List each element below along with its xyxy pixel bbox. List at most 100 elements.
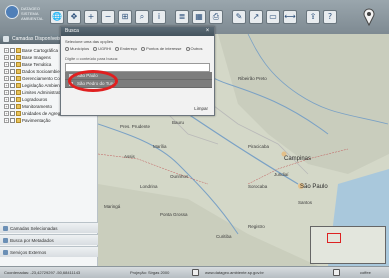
layer-checkbox[interactable] <box>10 62 15 67</box>
radio-dot[interactable] <box>93 46 98 51</box>
services-icon <box>3 250 8 255</box>
measure-icon[interactable]: ⟷ <box>283 10 297 24</box>
layers-icon <box>3 36 9 42</box>
overview-map[interactable] <box>310 226 386 264</box>
search-icon[interactable]: ⌕ <box>135 10 149 24</box>
folder-icon <box>16 69 21 74</box>
logo-mark <box>5 5 19 19</box>
city-label: Santos <box>298 200 313 205</box>
draw-icon[interactable]: ✎ <box>232 10 246 24</box>
folder-icon <box>16 90 21 95</box>
folder-icon <box>16 76 21 81</box>
search-type-options: Municípios UGRHI Endereço Pontos de interes… <box>65 45 210 52</box>
layer-checkbox[interactable] <box>10 90 15 95</box>
dialog-title-bar[interactable]: Busca × <box>61 27 214 36</box>
brand-label: coffee <box>360 270 371 275</box>
radio-dot[interactable] <box>115 46 120 51</box>
zoom-out-icon[interactable]: − <box>101 10 115 24</box>
expand-icon[interactable]: + <box>4 97 9 102</box>
accordion-label: Camadas Selecionadas <box>10 226 58 231</box>
radio-dot[interactable] <box>185 46 190 51</box>
mobile-icon[interactable] <box>333 269 340 276</box>
city-label: Sorocaba <box>248 184 268 189</box>
expand-icon[interactable]: + <box>4 76 9 81</box>
shape-icon[interactable]: ▭ <box>266 10 280 24</box>
city-label: Bauru <box>172 120 185 125</box>
city-label: Ribeirão Preto <box>238 76 267 81</box>
expand-icon[interactable]: + <box>4 111 9 116</box>
zoom-in-icon[interactable]: + <box>84 10 98 24</box>
logo: DATAGEO SISTEMA AMBIENTAL <box>5 3 47 29</box>
folder-icon <box>16 111 21 116</box>
status-bar: Coordenadas: -23,42729297 -50,68411143 P… <box>0 266 389 278</box>
radio-dot[interactable] <box>65 46 69 51</box>
settings-icon[interactable] <box>192 269 199 276</box>
layer-checkbox[interactable] <box>10 55 15 60</box>
folder-icon <box>16 55 21 60</box>
dialog-title: Busca <box>65 28 79 34</box>
expand-icon[interactable]: + <box>4 104 9 109</box>
help-icon[interactable]: ? <box>323 10 337 24</box>
layers-icon[interactable]: ≣ <box>175 10 189 24</box>
city-label: Ponta Grossa <box>160 212 188 217</box>
city-label: Jundiaí <box>274 172 289 177</box>
search-option-radio[interactable]: UGRHI <box>93 46 111 51</box>
folder-icon <box>16 118 21 123</box>
print-icon[interactable]: ⎙ <box>209 10 223 24</box>
pan-icon[interactable]: ✥ <box>67 10 81 24</box>
search-option-radio[interactable]: Municípios <box>65 46 89 51</box>
accordion-external-services[interactable]: Serviços Externos <box>0 246 98 257</box>
highlight-ellipse <box>68 70 118 92</box>
search-option-radio[interactable]: Pontos de interesse <box>141 46 182 51</box>
layer-label: Logradouros <box>22 97 48 102</box>
globe-icon[interactable]: 🌐 <box>50 10 64 24</box>
arrow-icon[interactable]: ↗ <box>249 10 263 24</box>
layer-label: Base Cartográfica <box>22 48 59 53</box>
accordion-label: Serviços Externos <box>10 250 47 255</box>
folder-icon <box>16 97 21 102</box>
projection-readout: Projeção: Sirgas 2000 <box>130 270 170 275</box>
folder-icon <box>16 62 21 67</box>
radio-label: UGRHI <box>98 46 112 51</box>
zoom-box-icon[interactable]: ⊞ <box>118 10 132 24</box>
expand-icon[interactable]: + <box>4 55 9 60</box>
layer-checkbox[interactable] <box>10 69 15 74</box>
pin-icon[interactable] <box>362 8 376 26</box>
expand-icon[interactable]: + <box>4 69 9 74</box>
expand-icon[interactable]: + <box>4 48 9 53</box>
accordion-selected-layers[interactable]: Camadas Selecionadas <box>0 222 98 233</box>
expand-icon[interactable]: + <box>4 62 9 67</box>
layer-checkbox[interactable] <box>10 76 15 81</box>
layer-label: Pavimentação <box>22 118 51 123</box>
city-label: Curitiba <box>216 234 232 239</box>
clear-button[interactable]: Limpar <box>194 106 208 111</box>
city-label: Piracicaba <box>248 144 270 149</box>
radio-label: Outros <box>190 46 203 51</box>
table-icon[interactable]: ▦ <box>192 10 206 24</box>
layer-checkbox[interactable] <box>10 118 15 123</box>
expand-icon[interactable]: + <box>4 83 9 88</box>
layer-tree-item[interactable]: + Pavimentação <box>2 117 95 124</box>
layer-checkbox[interactable] <box>10 48 15 53</box>
search-icon <box>3 238 8 243</box>
radio-label: Pontos de interesse <box>146 46 182 51</box>
expand-icon[interactable]: + <box>4 90 9 95</box>
info-icon[interactable]: i <box>152 10 166 24</box>
layers-panel-title: Camadas Disponíveis <box>12 36 61 42</box>
layer-checkbox[interactable] <box>10 111 15 116</box>
layer-checkbox[interactable] <box>10 104 15 109</box>
accordion-metadata-search[interactable]: Busca por Metadados <box>0 234 98 245</box>
expand-icon[interactable]: + <box>4 118 9 123</box>
export-icon[interactable]: ⇪ <box>306 10 320 24</box>
search-option-radio[interactable]: Endereço <box>115 46 137 51</box>
search-option-radio[interactable]: Outros <box>185 46 203 51</box>
layer-checkbox[interactable] <box>10 83 15 88</box>
city-label: Registro <box>248 224 265 229</box>
city-label: Pres. Prudente <box>120 124 151 129</box>
city-label: Campinas <box>284 156 312 162</box>
city-label: Londrina <box>140 184 158 189</box>
close-icon[interactable]: × <box>204 28 211 35</box>
radio-label: Municípios <box>70 46 90 51</box>
layer-checkbox[interactable] <box>10 97 15 102</box>
radio-dot[interactable] <box>141 46 146 51</box>
